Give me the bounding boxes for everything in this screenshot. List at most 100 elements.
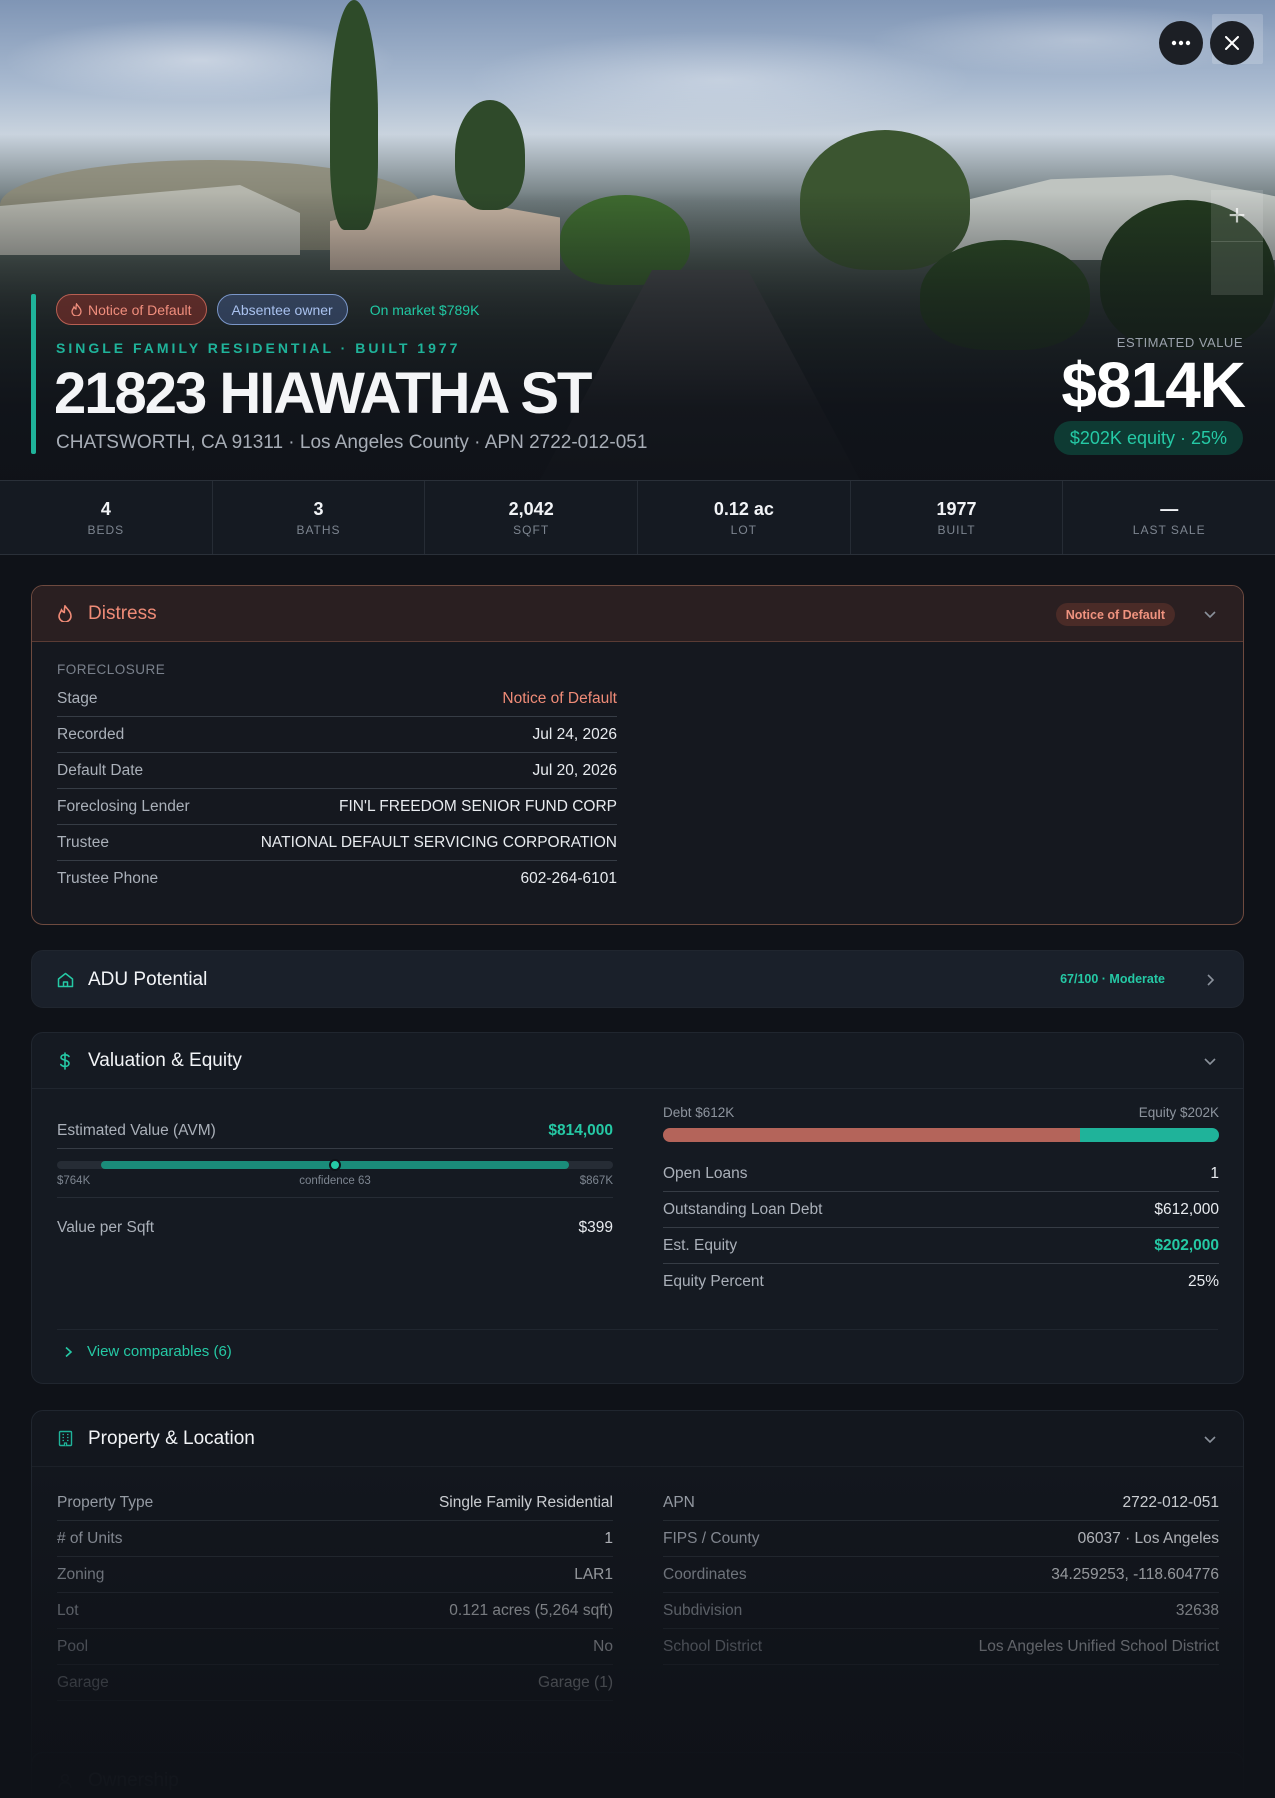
location-line: CHATSWORTH, CA 91311 · Los Angeles Count… [56, 432, 648, 453]
row-label: Coordinates [663, 1565, 747, 1583]
row-label: Trustee Phone [57, 870, 159, 887]
plus-icon[interactable]: + [1211, 190, 1263, 242]
row-value: Notice of Default [502, 689, 617, 707]
adu-header[interactable]: ADU Potential 67/100 · Moderate [32, 951, 1243, 1007]
detail-row: Zoning LAR1 [57, 1557, 613, 1593]
stat-sqft: 2,042 SQFT [425, 481, 639, 554]
row-label: Pool [57, 1637, 89, 1655]
ownership-header[interactable]: Ownership [32, 1753, 1243, 1798]
stat-value: 1977 [936, 498, 977, 519]
equity-segment [1080, 1128, 1219, 1142]
stat-value: 3 [313, 498, 324, 519]
chevron-down-icon[interactable] [1203, 607, 1217, 621]
link-label: View comparables (6) [87, 1343, 232, 1360]
stat-label: BEDS [87, 522, 125, 537]
chevron-down-icon[interactable] [1203, 1054, 1217, 1068]
detail-row: Est. Equity $202,000 [663, 1228, 1219, 1264]
row-label: Zoning [57, 1565, 105, 1583]
detail-row: Trustee NATIONAL DEFAULT SERVICING CORPOR… [57, 825, 617, 861]
row-value: 1 [604, 1529, 613, 1547]
notice-of-default-chip[interactable]: Notice of Default [56, 294, 207, 325]
stat-built: 1977 BUILT [851, 481, 1064, 554]
row-label: APN [663, 1493, 695, 1511]
row-label: Subdivision [663, 1601, 743, 1619]
card-title: Distress [88, 602, 157, 624]
divider [57, 1197, 613, 1198]
view-comparables-link[interactable]: View comparables (6) [63, 1343, 232, 1360]
chip-label: Absentee owner [231, 301, 333, 318]
street-view-zoom-control[interactable]: + [1211, 190, 1263, 295]
stat-value: 4 [100, 498, 111, 519]
stat-baths: 3 BATHS [213, 481, 426, 554]
row-label: Equity Percent [663, 1273, 764, 1290]
property-location-card: Property & Location Property Type Single … [31, 1410, 1244, 1790]
flame-icon [71, 303, 82, 316]
chevron-right-icon[interactable] [1203, 973, 1217, 987]
close-button[interactable] [1210, 21, 1254, 65]
flame-icon [56, 605, 74, 623]
distress-header[interactable]: Distress Notice of Default [32, 586, 1243, 642]
chevron-down-icon[interactable] [1203, 1432, 1217, 1446]
avm-row: Estimated Value (AVM) $814,000 [57, 1113, 613, 1149]
avm-range-labels: $764K confidence 63 $867K [57, 1175, 613, 1187]
detail-row: Foreclosing Lender FIN'L FREEDOM SENIOR F… [57, 789, 617, 825]
chevron-right-icon [65, 1346, 73, 1357]
valuation-equity-card: Valuation & Equity Estimated Value (AVM)… [31, 1032, 1244, 1384]
avm-value: $814,000 [548, 1121, 613, 1139]
stat-lot: 0.12 ac LOT [638, 481, 851, 554]
row-label: Default Date [57, 761, 144, 779]
property-header[interactable]: Property & Location [32, 1411, 1243, 1467]
debt-equity-labels: Debt $612K Equity $202K [663, 1105, 1219, 1120]
stat-value: 0.12 ac [713, 498, 774, 519]
row-label: Recorded [57, 725, 125, 743]
debt-equity-bar [663, 1128, 1219, 1142]
detail-row: Pool No [57, 1629, 613, 1665]
detail-row: Subdivision 32638 [663, 1593, 1219, 1629]
row-label: Property Type [57, 1493, 154, 1511]
detail-row: Outstanding Loan Debt $612,000 [663, 1192, 1219, 1228]
divider [57, 1329, 1218, 1330]
row-value: Garage (1) [538, 1673, 613, 1691]
detail-row: FIPS / County 06037 · Los Angeles [663, 1521, 1219, 1557]
home-icon [56, 971, 74, 989]
detail-row: Recorded Jul 24, 2026 [57, 717, 617, 753]
absentee-owner-chip[interactable]: Absentee owner [216, 294, 348, 325]
card-title: Valuation & Equity [88, 1049, 242, 1071]
stat-label: SQFT [513, 522, 550, 537]
valuation-header[interactable]: Valuation & Equity [32, 1033, 1243, 1089]
detail-row: Stage Notice of Default [57, 681, 617, 717]
more-button[interactable] [1159, 21, 1203, 65]
row-value: Jul 24, 2026 [532, 725, 617, 743]
equity-label: Equity $202K [1138, 1105, 1219, 1120]
row-value: FIN'L FREEDOM SENIOR FUND CORP [339, 797, 617, 815]
property-details-right: APN 2722-012-051 FIPS / County 06037 · Los… [663, 1485, 1219, 1665]
ownership-card: Ownership [31, 1752, 1244, 1798]
stat-value: 2,042 [508, 498, 554, 519]
estimated-value: $814K [1061, 349, 1246, 421]
row-value: 06037 · Los Angeles [1077, 1529, 1219, 1547]
row-value: 34.259253, -118.604776 [1051, 1565, 1219, 1583]
stat-value: — [1160, 498, 1179, 519]
stat-label: BUILT [937, 522, 976, 537]
stat-last-sale: — LAST SALE [1063, 481, 1275, 554]
detail-row: Property Type Single Family Residential [57, 1485, 613, 1521]
row-value: Single Family Residential [438, 1493, 613, 1511]
row-label: Foreclosing Lender [57, 797, 190, 815]
adu-potential-card[interactable]: ADU Potential 67/100 · Moderate [31, 950, 1244, 1008]
detail-row: Open Loans 1 [663, 1156, 1219, 1192]
on-market-label: On market $789K [369, 301, 480, 318]
confidence-label: confidence 63 [299, 1175, 371, 1187]
property-subtype: SINGLE FAMILY RESIDENTIAL · BUILT 1977 [56, 340, 461, 356]
row-value: LAR1 [574, 1565, 613, 1583]
row-value: 602-264-6101 [520, 870, 617, 887]
equity-badge: $202K equity · 25% [1053, 421, 1243, 455]
row-label: Stage [57, 689, 98, 707]
range-low: $764K [57, 1175, 91, 1187]
detail-row: APN 2722-012-051 [663, 1485, 1219, 1521]
row-label: Estimated Value (AVM) [57, 1121, 216, 1139]
detail-row: # of Units 1 [57, 1521, 613, 1557]
row-value: Jul 20, 2026 [532, 761, 617, 779]
status-badge: Notice of Default [1055, 603, 1175, 626]
detail-row: Lot 0.121 acres (5,264 sqft) [57, 1593, 613, 1629]
row-value: Los Angeles Unified School District [978, 1637, 1219, 1655]
